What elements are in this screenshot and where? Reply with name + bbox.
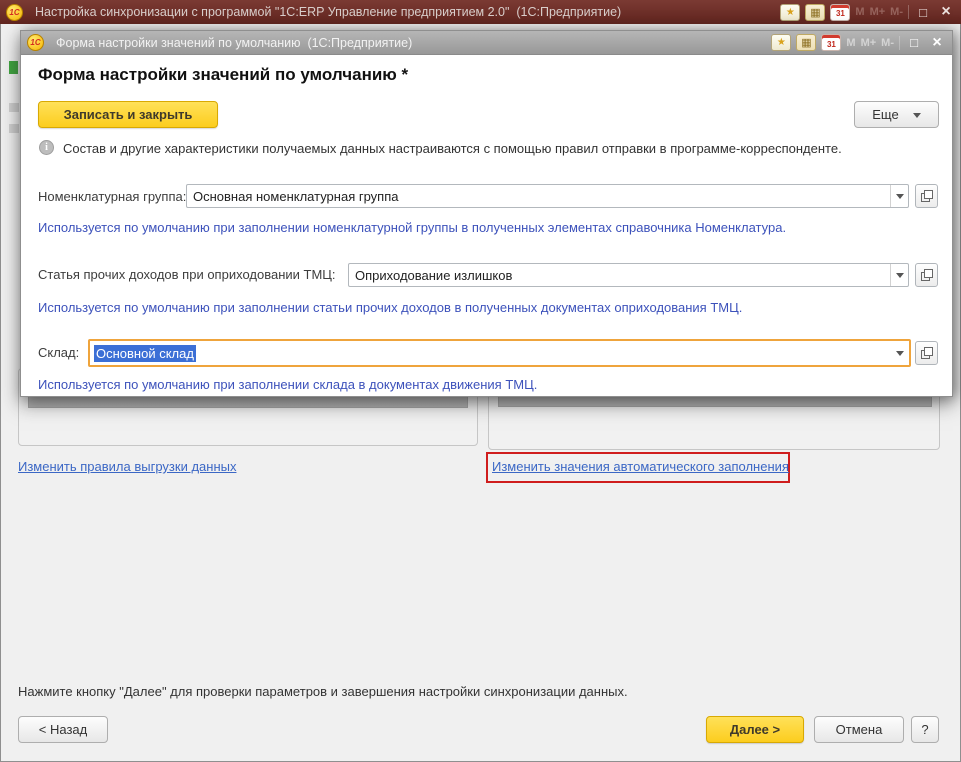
favorites-icon[interactable]: ★ [780, 4, 800, 21]
calendar-icon[interactable]: 31 [821, 34, 841, 51]
memory-m-plus-button: M+ [861, 37, 877, 49]
main-titlebar-buttons: ★ ▦ 31 M M+ M- □ × [780, 4, 955, 21]
next-button[interactable]: Далее > [706, 716, 804, 743]
chevron-down-icon [913, 113, 921, 122]
open-form-icon [921, 269, 933, 281]
dialog-titlebar-buttons: ★ ▦ 31 M M+ M- □ × [771, 34, 946, 51]
help-button[interactable]: ? [911, 716, 939, 743]
open-value-button[interactable] [915, 184, 938, 208]
open-form-icon [921, 347, 933, 359]
more-button[interactable]: Еще [854, 101, 939, 128]
1c-logo-icon: 1С [27, 34, 44, 51]
dialog-titlebar: 1С Форма настройки значений по умолчанию… [21, 31, 952, 55]
field-hint: Используется по умолчанию при заполнении… [38, 220, 786, 235]
change-autofill-values-link[interactable]: Изменить значения автоматического заполн… [492, 459, 789, 474]
maximize-button[interactable]: □ [905, 35, 923, 50]
memory-m-minus-button: M- [890, 6, 903, 18]
main-window-title: Настройка синхронизации с программой "1C… [35, 5, 621, 19]
favorites-icon[interactable]: ★ [771, 34, 791, 51]
open-value-button[interactable] [915, 263, 938, 287]
dialog-title: Форма настройки значений по умолчанию (1… [56, 36, 412, 50]
change-upload-rules-link[interactable]: Изменить правила выгрузки данных [18, 459, 236, 474]
calculator-icon[interactable]: ▦ [796, 34, 816, 51]
nomenclature-group-input[interactable] [186, 184, 909, 208]
dropdown-arrow-icon[interactable] [890, 264, 908, 286]
background-text-fragment [9, 61, 18, 74]
dropdown-arrow-icon[interactable] [891, 341, 909, 365]
maximize-button[interactable]: □ [914, 5, 932, 20]
memory-m-button: M [855, 6, 864, 18]
memory-m-minus-button: M- [881, 37, 894, 49]
selected-text: Основной склад [94, 345, 196, 362]
next-step-hint: Нажмите кнопку "Далее" для проверки пара… [18, 684, 628, 699]
calendar-icon[interactable]: 31 [830, 4, 850, 21]
field-label-nomenclature-group: Номенклатурная группа: [38, 189, 186, 204]
titlebar-separator [908, 5, 909, 19]
dialog-heading: Форма настройки значений по умолчанию * [38, 65, 408, 85]
field-label-warehouse: Склад: [38, 345, 79, 360]
field-label-income-item: Статья прочих доходов при оприходовании … [38, 267, 336, 282]
titlebar-separator [899, 36, 900, 50]
warehouse-input[interactable]: Основной склад [88, 339, 911, 367]
calculator-icon[interactable]: ▦ [805, 4, 825, 21]
open-value-button[interactable] [915, 341, 938, 365]
memory-m-plus-button: M+ [870, 6, 886, 18]
info-icon: i [39, 140, 54, 155]
field-hint: Используется по умолчанию при заполнении… [38, 377, 537, 392]
cancel-button[interactable]: Отмена [814, 716, 904, 743]
close-button[interactable]: × [928, 35, 946, 51]
background-text-fragment [9, 124, 19, 133]
main-window: 1С Настройка синхронизации с программой … [0, 0, 961, 762]
background-text-fragment [9, 103, 19, 112]
info-text: Состав и другие характеристики получаемы… [63, 141, 842, 156]
back-button[interactable]: < Назад [18, 716, 108, 743]
dropdown-arrow-icon[interactable] [890, 185, 908, 207]
main-window-titlebar: 1С Настройка синхронизации с программой … [0, 0, 961, 24]
1c-logo-icon: 1С [6, 4, 23, 21]
save-and-close-button[interactable]: Записать и закрыть [38, 101, 218, 128]
open-form-icon [921, 190, 933, 202]
close-button[interactable]: × [937, 4, 955, 20]
memory-m-button: M [846, 37, 855, 49]
defaults-dialog: 1С Форма настройки значений по умолчанию… [20, 30, 953, 397]
more-button-label: Еще [872, 107, 898, 122]
income-item-input[interactable] [348, 263, 909, 287]
field-hint: Используется по умолчанию при заполнении… [38, 300, 742, 315]
